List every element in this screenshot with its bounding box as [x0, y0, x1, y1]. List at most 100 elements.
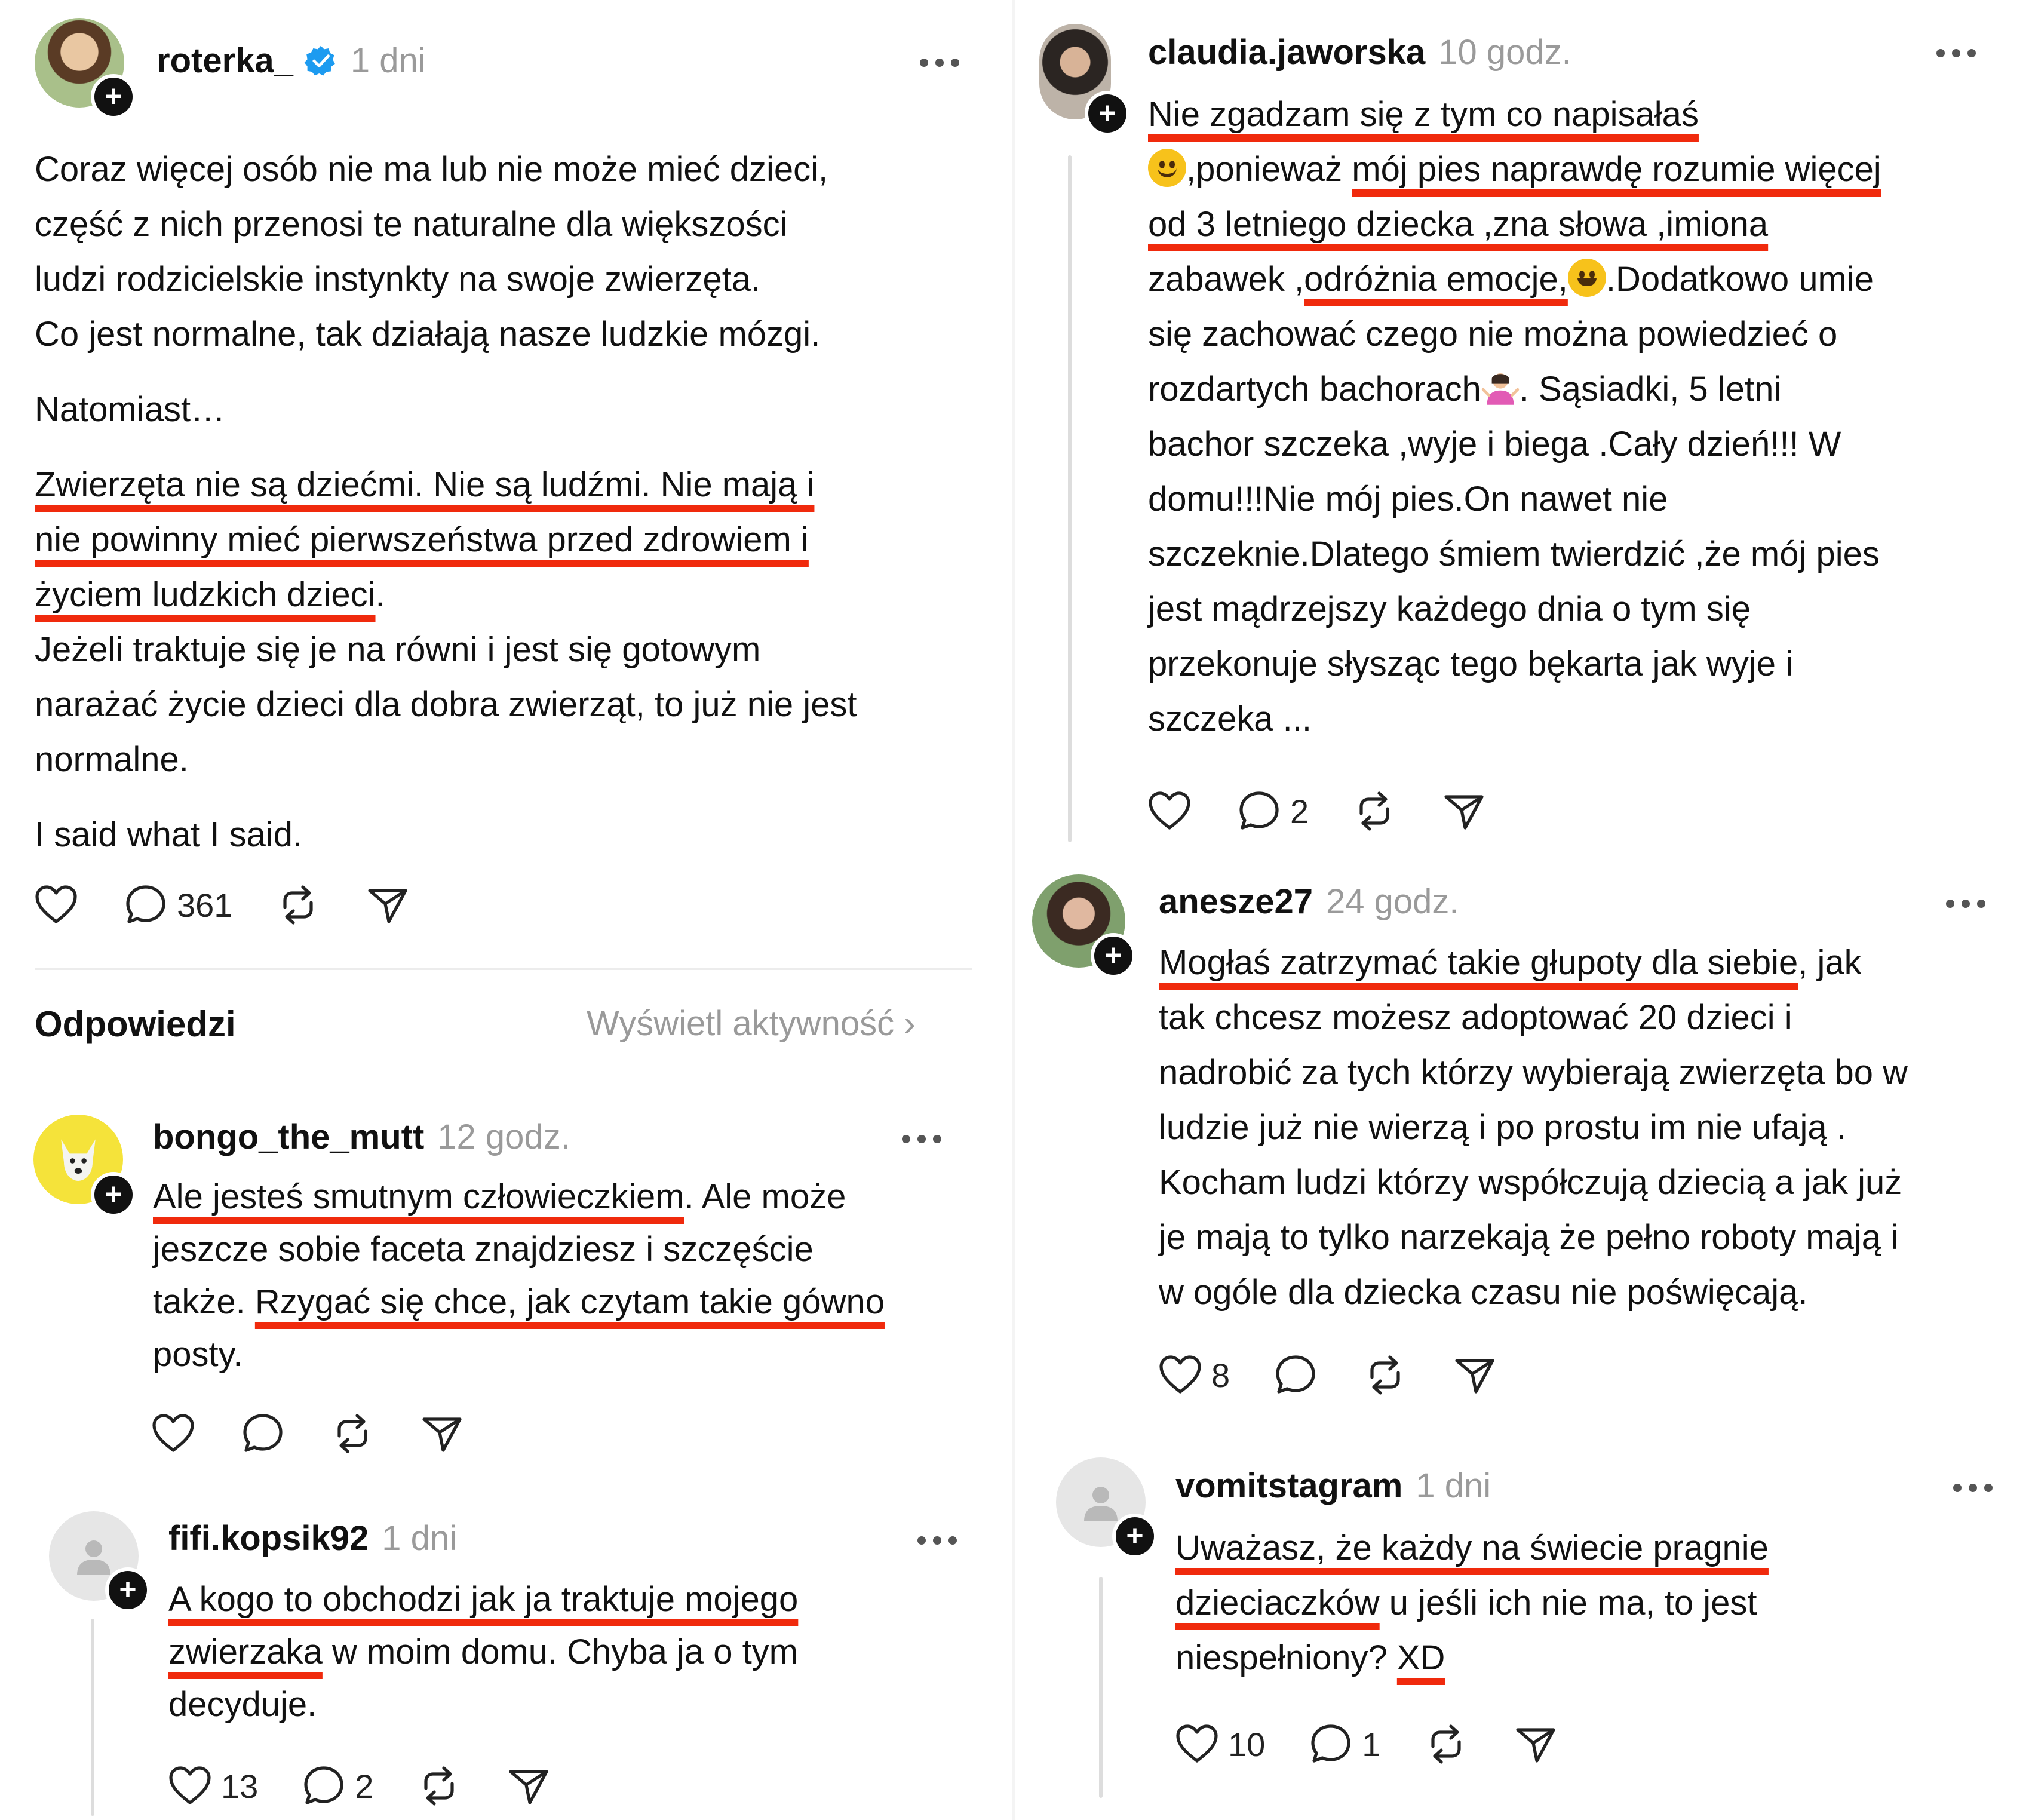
- body-text: . Ale może: [684, 1177, 846, 1216]
- username[interactable]: vomitstagram: [1175, 1466, 1402, 1506]
- share-icon: [418, 1410, 466, 1457]
- reply-actions: 10 1: [1173, 1720, 1601, 1768]
- share-button[interactable]: [1440, 787, 1488, 835]
- thread-line: [91, 1619, 94, 1816]
- body-line: w ogóle dla dziecka czasu nie poświęcają…: [1159, 1273, 1808, 1312]
- reply-actions: 13 2: [166, 1762, 594, 1810]
- repost-button[interactable]: [415, 1762, 463, 1810]
- follow-plus-icon[interactable]: +: [91, 1172, 136, 1217]
- more-options-icon[interactable]: [1936, 49, 1976, 57]
- post-actions: 361: [32, 881, 453, 929]
- username[interactable]: anesze27: [1159, 882, 1313, 922]
- avatar[interactable]: +: [35, 18, 136, 119]
- reply-anesze: + anesze27 24 godz. Mogłaś zatrzymać tak…: [1015, 866, 2029, 1416]
- username[interactable]: roterka_: [156, 41, 293, 81]
- repost-icon: [1350, 787, 1398, 835]
- more-options-icon[interactable]: [902, 1135, 941, 1143]
- username[interactable]: bongo_the_mutt: [153, 1117, 424, 1157]
- share-button[interactable]: [364, 881, 412, 929]
- avatar[interactable]: +: [33, 1115, 136, 1217]
- heart-icon: [149, 1410, 197, 1457]
- like-button[interactable]: 8: [1156, 1351, 1230, 1399]
- follow-plus-icon[interactable]: +: [105, 1567, 151, 1613]
- reply-fifi: + fifi.kopsik92 1 dni A kogo to obchodzi…: [0, 1511, 1009, 1820]
- body-line: szczeknie.Dlatego śmiem twierdzić ,że mó…: [1148, 535, 1880, 573]
- heart-icon: [166, 1762, 214, 1810]
- reply-button[interactable]: 2: [1235, 787, 1309, 835]
- underlined-text: XD: [1396, 1638, 1445, 1677]
- underlined-text: mój pies naprawdę rozumie więcej: [1352, 150, 1881, 189]
- repost-icon: [274, 881, 322, 929]
- follow-plus-icon[interactable]: +: [1112, 1514, 1158, 1559]
- view-activity-link[interactable]: Wyświetl aktywność ›: [587, 1003, 916, 1043]
- body-paragraph: I said what I said.: [35, 808, 990, 863]
- reply-button[interactable]: [1272, 1351, 1319, 1399]
- share-button[interactable]: [418, 1410, 466, 1457]
- reply-body: A kogo to obchodzi jak ja traktuje mojeg…: [168, 1573, 993, 1731]
- underlined-text: dzieciaczków: [1175, 1583, 1380, 1622]
- body-line: I said what I said.: [35, 815, 303, 854]
- share-icon: [1512, 1720, 1560, 1768]
- body-text: także.: [153, 1282, 255, 1321]
- repost-button[interactable]: [274, 881, 322, 929]
- underlined-text: A kogo to obchodzi jak ja traktuje mojeg…: [168, 1580, 799, 1619]
- share-button[interactable]: [1451, 1351, 1499, 1399]
- share-button[interactable]: [1512, 1720, 1560, 1768]
- right-panel: + claudia.jaworska 10 godz. Nie zgadzam …: [1015, 0, 2029, 1820]
- username[interactable]: claudia.jaworska: [1148, 32, 1425, 72]
- thread-line: [1068, 155, 1072, 842]
- reply-time: 1 dni: [1416, 1466, 1491, 1505]
- like-button[interactable]: [149, 1410, 197, 1457]
- avatar[interactable]: +: [49, 1511, 151, 1613]
- like-button[interactable]: 13: [166, 1762, 258, 1810]
- body-line: się zachować czego nie można powiedzieć …: [1148, 315, 1838, 354]
- like-button[interactable]: [32, 881, 80, 929]
- underlined-text: Uważasz, że każdy na świecie pragnie: [1175, 1529, 1769, 1567]
- repost-button[interactable]: [1350, 787, 1398, 835]
- follow-plus-icon[interactable]: +: [1091, 933, 1136, 978]
- like-button[interactable]: [1146, 787, 1193, 835]
- repost-button[interactable]: [1361, 1351, 1409, 1399]
- underlined-text: odróżnia emocje,: [1304, 260, 1568, 299]
- body-line: domu!!!Nie mój pies.On nawet nie: [1148, 480, 1668, 518]
- share-icon: [505, 1762, 552, 1810]
- like-button[interactable]: 10: [1173, 1720, 1265, 1768]
- smile-emoji-icon: [1148, 149, 1186, 187]
- body-text: .Dodatkowo umie: [1606, 260, 1874, 299]
- body-line: ludzi rodzicielskie instynkty na swoje z…: [35, 260, 761, 299]
- body-line: Co jest normalne, tak działają nasze lud…: [35, 315, 821, 354]
- avatar[interactable]: +: [1056, 1457, 1158, 1559]
- reply-button[interactable]: 2: [300, 1762, 373, 1810]
- follow-plus-icon[interactable]: +: [1085, 91, 1130, 136]
- comment-icon: [1307, 1720, 1355, 1768]
- body-line: jest mądrzejszy każdego dnia o tym się: [1148, 590, 1751, 628]
- repost-button[interactable]: [329, 1410, 376, 1457]
- underlined-text: Nie zgadzam się z tym co napisałaś: [1148, 95, 1699, 134]
- body-text: , jak: [1798, 943, 1862, 982]
- repost-icon: [329, 1410, 376, 1457]
- like-count: 8: [1211, 1356, 1230, 1394]
- username[interactable]: fifi.kopsik92: [168, 1518, 369, 1558]
- verified-badge-icon: [304, 45, 335, 75]
- reply-button[interactable]: 1: [1307, 1720, 1380, 1768]
- more-options-icon[interactable]: [920, 59, 959, 67]
- body-line: posty.: [153, 1335, 243, 1374]
- share-button[interactable]: [505, 1762, 552, 1810]
- reply-time: 24 godz.: [1325, 882, 1459, 921]
- repost-button[interactable]: [1422, 1720, 1470, 1768]
- reply-button[interactable]: 361: [122, 881, 232, 929]
- avatar[interactable]: +: [1032, 874, 1136, 978]
- share-icon: [1440, 787, 1488, 835]
- avatar[interactable]: +: [1039, 24, 1130, 136]
- more-options-icon[interactable]: [1953, 1484, 1993, 1492]
- body-line: tak chcesz możesz adoptować 20 dzieci i: [1159, 998, 1792, 1037]
- more-options-icon[interactable]: [917, 1536, 957, 1545]
- body-line: jeszcze sobie faceta znajdziesz i szczęś…: [153, 1230, 814, 1269]
- body-line: decyduje.: [168, 1685, 317, 1724]
- follow-plus-icon[interactable]: +: [91, 74, 136, 119]
- body-line: przekonuje słysząc tego bękarta jak wyje…: [1148, 644, 1793, 683]
- reply-button[interactable]: [239, 1410, 287, 1457]
- replies-heading: Odpowiedzi: [35, 1004, 236, 1044]
- more-options-icon[interactable]: [1946, 900, 1985, 908]
- reply-count: 2: [355, 1767, 374, 1805]
